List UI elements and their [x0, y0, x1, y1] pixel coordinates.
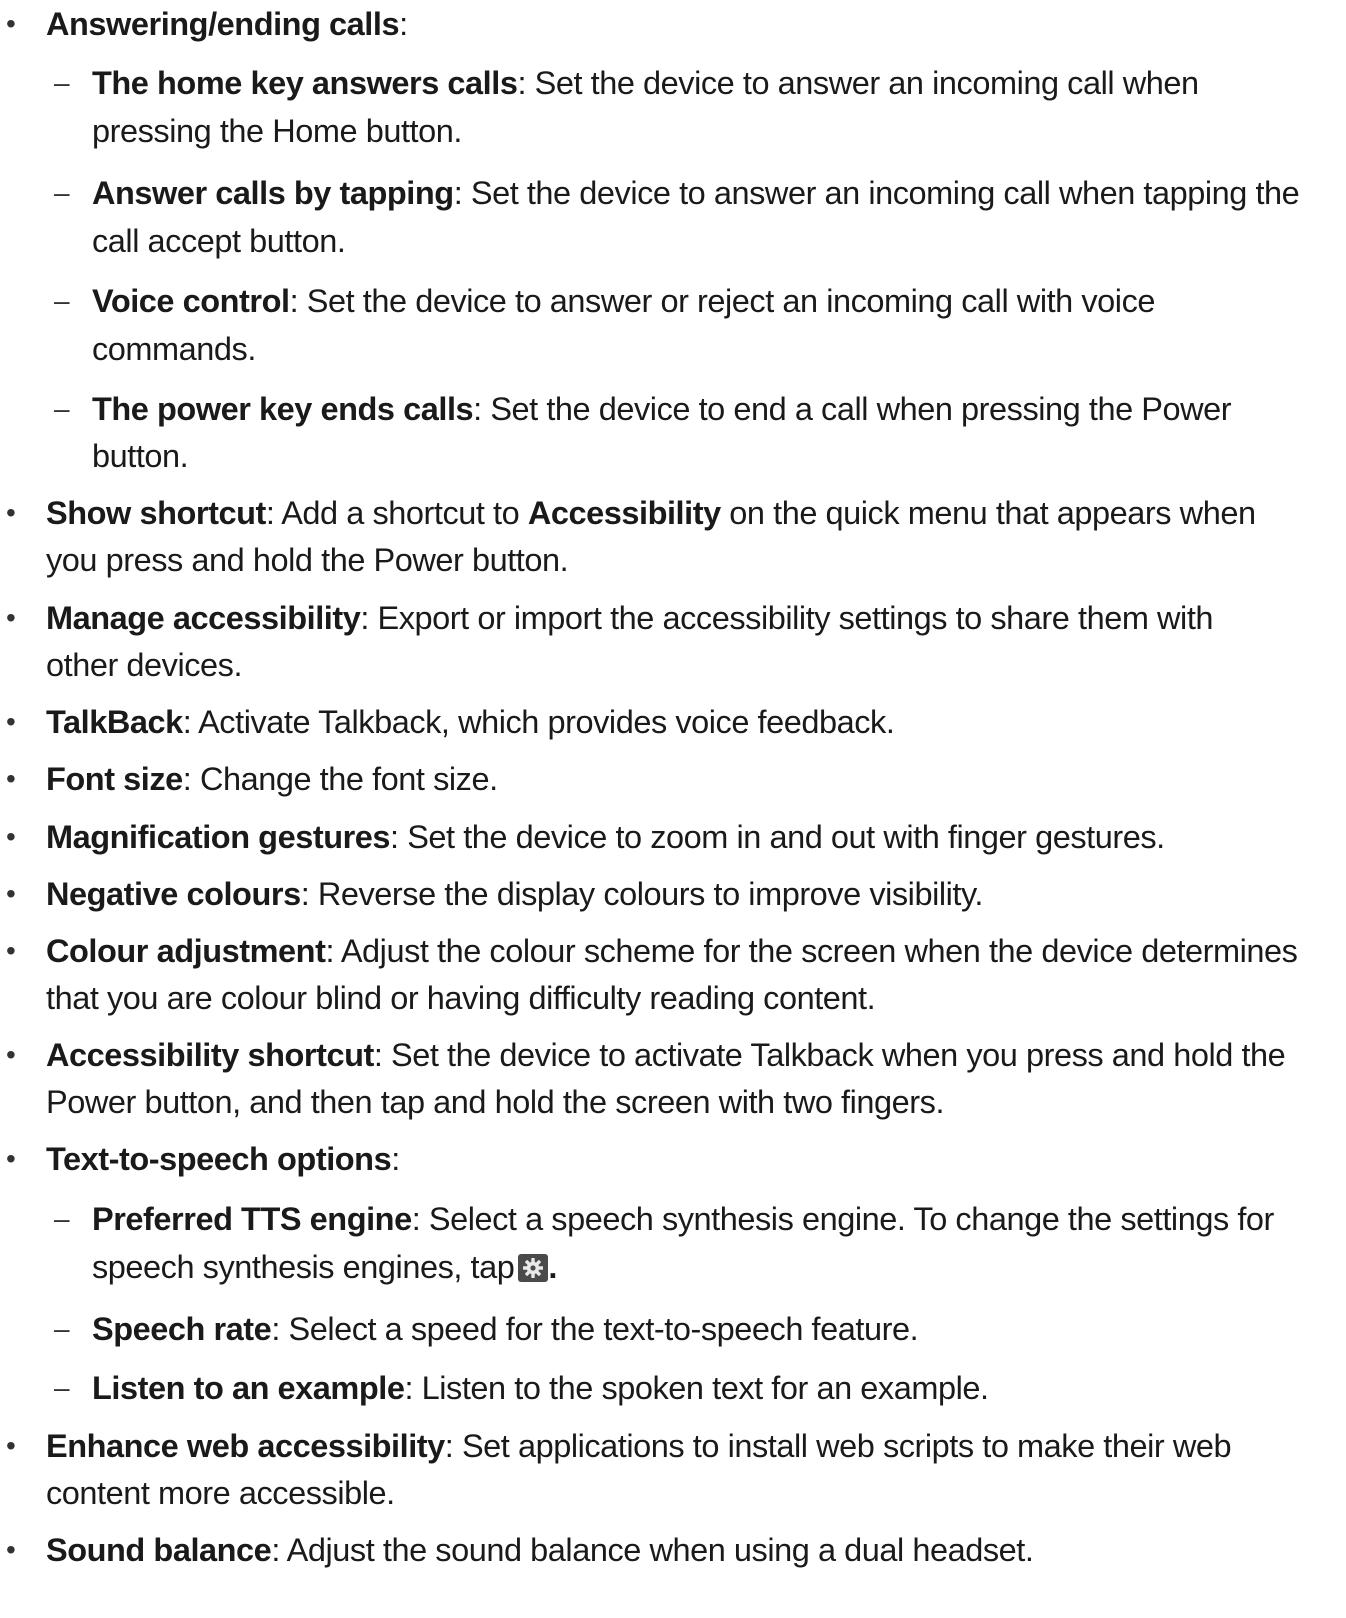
item-desc-end: .	[548, 1249, 557, 1285]
item-desc: : Export or import the accessibility set…	[360, 600, 1214, 636]
item-desc: :	[399, 6, 408, 42]
item-desc: : Adjust the sound balance when using a …	[271, 1532, 1034, 1568]
item-desc: : Set the device to zoom in and out with…	[390, 819, 1165, 855]
item-desc: : Change the font size.	[182, 761, 498, 797]
item-term: Answering/ending calls	[46, 6, 400, 42]
item-term: Show shortcut	[46, 495, 266, 531]
bullet-marker: •	[6, 602, 16, 633]
item-term: Text-to-speech options	[46, 1141, 392, 1177]
item-desc: : Set the device to answer an incoming c…	[453, 175, 1300, 211]
item-term: Manage accessibility	[46, 600, 361, 636]
item-desc: : Add a shortcut to	[265, 495, 528, 531]
item-term: The power key ends calls	[92, 391, 474, 427]
item-term: Enhance web accessibility	[46, 1428, 445, 1464]
dash-marker: –	[54, 393, 70, 424]
dash-marker: –	[54, 177, 70, 208]
item-desc-continued: Power button, and then tap and hold the …	[46, 1084, 945, 1120]
item-desc-continued: call accept button.	[92, 223, 346, 259]
item-desc: : Reverse the display colours to improve…	[300, 876, 984, 912]
item-term: Negative colours	[46, 876, 301, 912]
bullet-marker: •	[6, 497, 16, 528]
item-desc-continued: that you are colour blind or having diff…	[46, 980, 876, 1016]
item-desc: : Activate Talkback, which provides voic…	[182, 704, 895, 740]
bullet-marker: •	[6, 706, 16, 737]
item-term: The home key answers calls	[92, 65, 518, 101]
item-desc-continued: you press and hold the Power button.	[46, 542, 569, 578]
dash-marker: –	[54, 67, 70, 98]
item-term: Font size	[46, 761, 183, 797]
item-desc-continued: button.	[92, 438, 189, 474]
dash-marker: –	[54, 1313, 70, 1344]
item-desc: :	[391, 1141, 400, 1177]
item-desc: : Set the device to activate Talkback wh…	[373, 1037, 1286, 1073]
bullet-marker: •	[6, 1430, 16, 1461]
item-desc-continued: speech synthesis engines, tap	[92, 1249, 515, 1285]
bullet-marker: •	[6, 1534, 16, 1565]
item-term: TalkBack	[46, 704, 183, 740]
bullet-marker: •	[6, 763, 16, 794]
item-desc-continued: content more accessible.	[46, 1475, 395, 1511]
item-desc: : Select a speed for the text-to-speech …	[271, 1311, 919, 1347]
item-term: Answer calls by tapping	[92, 175, 454, 211]
bullet-marker: •	[6, 878, 16, 909]
bullet-marker: •	[6, 1039, 16, 1070]
item-desc: : Set the device to answer or reject an …	[289, 283, 1156, 319]
accessibility-settings-page: • Answering/ending calls: – The home key…	[0, 0, 1346, 1618]
item-term: Colour adjustment	[46, 933, 326, 969]
bullet-marker: •	[6, 935, 16, 966]
item-term: Accessibility shortcut	[46, 1037, 374, 1073]
bullet-marker: •	[6, 1143, 16, 1174]
item-desc: : Select a speech synthesis engine. To c…	[411, 1201, 1275, 1237]
item-desc: : Set the device to end a call when pres…	[473, 391, 1232, 427]
item-desc: : Set the device to answer an incoming c…	[517, 65, 1199, 101]
bullet-marker: •	[6, 8, 16, 39]
bullet-marker: •	[6, 821, 16, 852]
item-desc-continued: other devices.	[46, 647, 243, 683]
item-term: Listen to an example	[92, 1370, 405, 1406]
item-desc: : Set applications to install web script…	[444, 1428, 1232, 1464]
item-term: Sound balance	[46, 1532, 272, 1568]
item-term: Speech rate	[92, 1311, 272, 1347]
dash-marker: –	[54, 1203, 70, 1234]
item-desc: : Adjust the colour scheme for the scree…	[325, 933, 1298, 969]
item-desc-continued: commands.	[92, 331, 256, 367]
item-desc-continued: pressing the Home button.	[92, 113, 462, 149]
item-desc: on the quick menu that appears when	[720, 495, 1256, 531]
gear-icon	[518, 1254, 549, 1282]
item-term: Voice control	[92, 283, 290, 319]
dash-marker: –	[54, 1372, 70, 1403]
item-term: Preferred TTS engine	[92, 1201, 412, 1237]
item-desc: : Listen to the spoken text for an examp…	[404, 1370, 989, 1406]
item-term: Magnification gestures	[46, 819, 391, 855]
dash-marker: –	[54, 285, 70, 316]
item-term-inline: Accessibility	[527, 495, 721, 531]
